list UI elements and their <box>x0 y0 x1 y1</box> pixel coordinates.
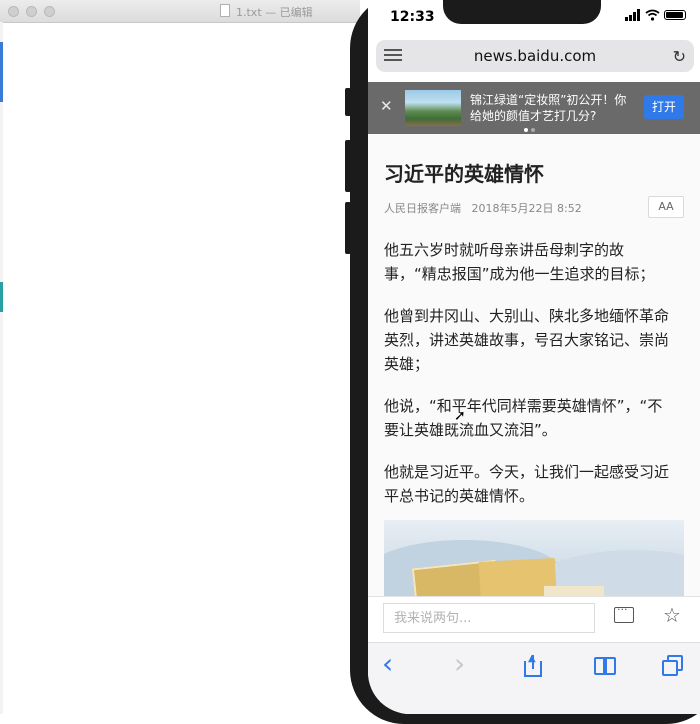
battery-icon <box>664 10 686 20</box>
article-paragraph: 他曾到井冈山、大别山、陕北多地缅怀革命英烈，讲述英雄故事，号召大家铭记、崇尚英雄… <box>384 307 670 373</box>
wifi-icon <box>645 9 660 21</box>
editor-title: 1.txt — 已编辑 <box>236 6 313 19</box>
article-image <box>384 520 684 596</box>
close-window-button[interactable] <box>8 6 19 17</box>
forward-button[interactable]: › <box>454 647 465 680</box>
back-button[interactable]: ‹ <box>382 647 393 680</box>
minimize-window-button[interactable] <box>26 6 37 17</box>
volume-down-button <box>345 202 351 254</box>
edge-accent <box>0 42 3 102</box>
article-source: 人民日报客户端 <box>384 202 461 215</box>
document-icon <box>220 4 230 17</box>
banner-thumbnail[interactable] <box>405 90 461 126</box>
comments-icon[interactable] <box>614 603 634 623</box>
status-icons <box>625 9 686 21</box>
share-icon[interactable]: ▲ <box>524 654 542 677</box>
reload-icon[interactable]: ↻ <box>673 47 686 66</box>
article-title: 习近平的英雄情怀 <box>384 162 544 186</box>
comment-bar: 我来说两句... ☆ <box>368 596 700 643</box>
close-icon[interactable]: ✕ <box>380 97 393 115</box>
banner-headline[interactable]: 锦江绿道“定妆照”初公开！你给她的颜值才艺打几分? <box>470 92 630 124</box>
article-meta: 人民日报客户端 2018年5月22日 8:52 <box>384 200 582 216</box>
volume-up-button <box>345 140 351 192</box>
article: 习近平的英雄情怀 人民日报客户端 2018年5月22日 8:52 AA 他五六岁… <box>368 134 700 596</box>
address-bar[interactable]: news.baidu.com ↻ <box>376 40 694 72</box>
editor-titlebar[interactable]: 1.txt — 已编辑 <box>0 0 360 23</box>
zoom-window-button[interactable] <box>44 6 55 17</box>
carousel-dots <box>524 128 535 132</box>
comment-input[interactable]: 我来说两句... <box>383 603 595 633</box>
article-date: 2018年5月22日 8:52 <box>471 202 582 215</box>
edge-accent <box>0 282 3 312</box>
notch <box>443 0 601 24</box>
signal-icon <box>625 9 641 21</box>
article-paragraph: 他说，“和平年代同样需要英雄情怀”，“不要让英雄既流血又流泪”。 <box>384 397 663 439</box>
status-time: 12:33 <box>390 9 435 25</box>
url-text[interactable]: news.baidu.com <box>376 47 694 65</box>
bookmarks-icon[interactable] <box>594 657 618 675</box>
text-editor-window: 1.txt — 已编辑 <box>0 0 360 714</box>
editor-edge <box>0 22 3 714</box>
star-icon[interactable]: ☆ <box>663 603 681 627</box>
mute-switch <box>345 88 351 116</box>
safari-toolbar: ‹ › ▲ <box>368 642 700 714</box>
app-promo-banner[interactable]: ✕ 锦江绿道“定妆照”初公开！你给她的颜值才艺打几分? 打开 <box>368 82 700 134</box>
open-app-button[interactable]: 打开 <box>644 95 684 119</box>
tabs-icon[interactable] <box>662 655 684 677</box>
article-paragraph: 他五六岁时就听母亲讲岳母刺字的故事，“精忠报国”成为他一生追求的目标； <box>384 241 655 283</box>
article-paragraph: 他就是习近平。今天，让我们一起感受习近平总书记的英雄情怀。 <box>384 463 670 505</box>
mouse-cursor-icon: ➚ <box>454 408 466 424</box>
phone-screen: 12:33 news.baidu.com ↻ ✕ 锦江绿道“定妆照”初公开！你给… <box>368 0 700 714</box>
font-size-button[interactable]: AA <box>648 196 684 218</box>
